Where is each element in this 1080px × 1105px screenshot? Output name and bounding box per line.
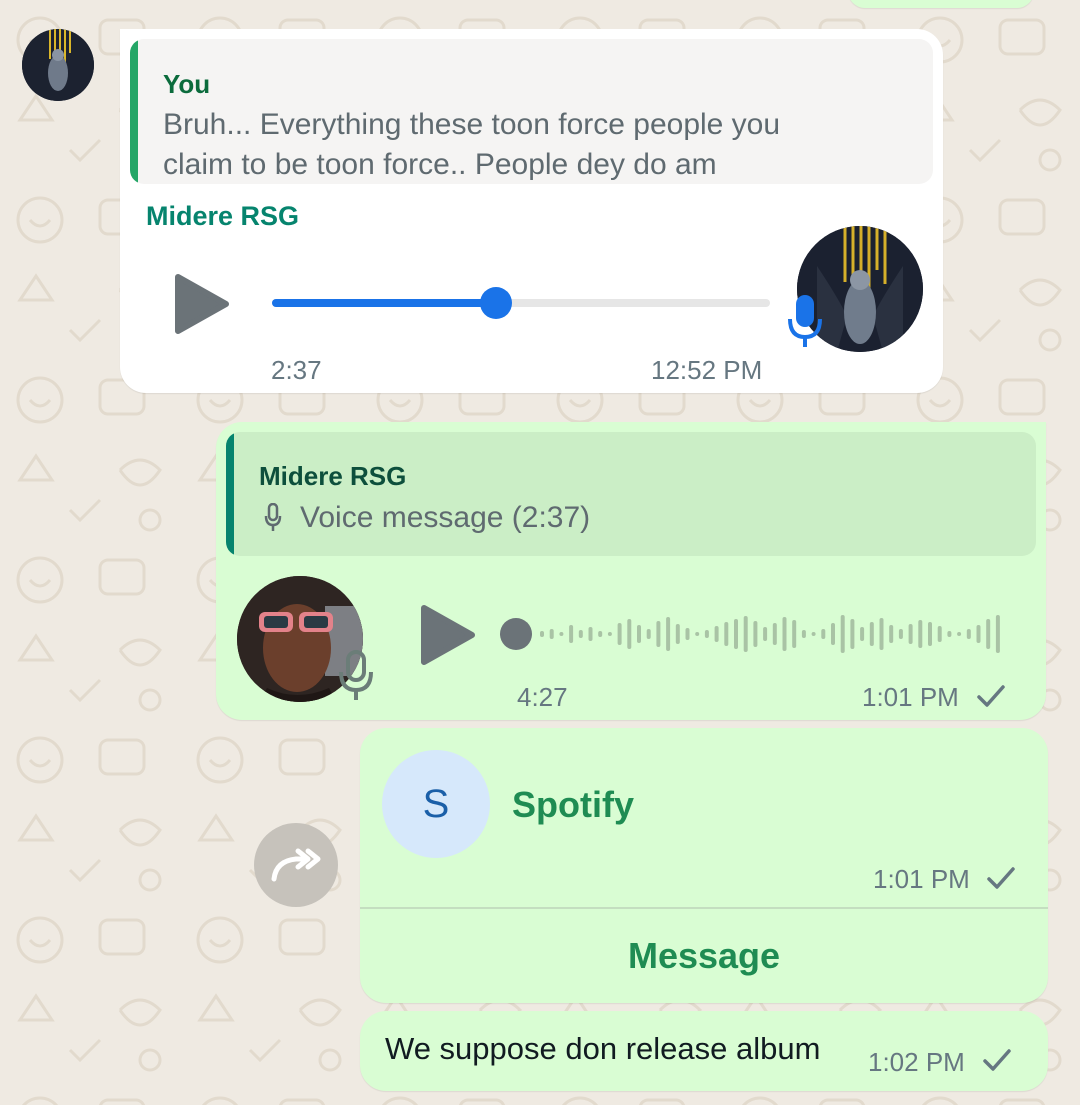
waveform-bar (928, 622, 932, 646)
waveform-bar (986, 619, 991, 649)
waveform-bar (734, 619, 738, 649)
text-message-bubble[interactable]: We suppose don release album 1:02 PM (360, 1011, 1048, 1091)
audio-progress-thumb[interactable] (480, 287, 512, 319)
incoming-voice-bubble: You Bruh... Everything these toon force … (120, 29, 943, 393)
waveform-bar (772, 623, 777, 645)
play-button[interactable] (174, 273, 230, 335)
waveform-bar (559, 632, 564, 636)
waveform-bar (656, 621, 661, 647)
waveform-bar (753, 621, 758, 647)
message-time: 1:02 PM (868, 1047, 965, 1077)
quote-text-line-1: Bruh... Everything these toon force peop… (163, 108, 781, 141)
waveform-bar (898, 629, 903, 639)
waveform-bar (540, 631, 544, 637)
contact-card-bubble[interactable]: S Spotify 1:01 PM Message (360, 728, 1048, 1003)
voice-duration: 4:27 (517, 682, 568, 712)
single-check-icon (987, 867, 1015, 889)
waveform-bar (831, 623, 835, 645)
quoted-message[interactable]: You Bruh... Everything these toon force … (130, 39, 933, 184)
waveform-bar (637, 625, 641, 643)
waveform-bar (617, 623, 622, 645)
waveform-bar (850, 619, 855, 649)
waveform-bar (685, 628, 690, 640)
quoted-voice-message[interactable]: Midere RSG Voice message (2:37) (226, 432, 1036, 556)
quote-text-line-2: claim to be toon force.. People dey do a… (163, 148, 717, 181)
message-time: 1:01 PM (873, 864, 970, 894)
play-icon (421, 605, 475, 665)
forward-arrow-icon (271, 848, 321, 882)
waveform-bar (704, 630, 709, 638)
message-time: 1:01 PM (862, 682, 959, 712)
waveform-bar (811, 632, 816, 636)
previous-message-bubble (848, 0, 1034, 8)
contact-name: Spotify (512, 784, 634, 825)
audio-progress-track[interactable] (272, 287, 770, 319)
waveform-bar (908, 624, 913, 644)
voice-duration: 2:37 (271, 355, 322, 385)
message-time: 12:52 PM (651, 355, 763, 385)
waveform-bar (966, 629, 971, 639)
waveform-bar (957, 632, 962, 636)
waveform-bar (801, 630, 806, 638)
waveform-bar (995, 615, 1000, 653)
single-check-icon (977, 685, 1005, 707)
waveform-bar (840, 615, 845, 653)
waveform-bar (666, 617, 671, 651)
waveform-bar (743, 616, 748, 652)
message-text: We suppose don release album (385, 1031, 821, 1066)
waveform-bar (627, 619, 632, 649)
quote-author: You (163, 69, 211, 99)
message-contact-label: Message (627, 935, 781, 976)
waveform-bar (782, 617, 787, 651)
waveform-bar (860, 627, 865, 641)
play-icon (175, 274, 229, 334)
single-check-icon (983, 1049, 1011, 1071)
waveform-bar (607, 632, 612, 636)
sender-avatar[interactable] (22, 29, 94, 101)
waveform-bar (976, 625, 981, 643)
quote-text: Voice message (2:37) (300, 501, 591, 534)
message-contact-button[interactable]: Message (360, 909, 1048, 1003)
small-mic-icon (264, 503, 282, 531)
contact-avatar: S (382, 750, 490, 858)
waveform-bar (879, 618, 884, 650)
quote-author: Midere RSG (259, 461, 407, 491)
microphone-icon (788, 295, 822, 347)
waveform-bar (714, 626, 719, 642)
sender-name[interactable]: Midere RSG (146, 201, 299, 232)
waveform-bar (947, 631, 952, 637)
waveform-bar (821, 629, 826, 639)
outgoing-voice-bubble: Midere RSG Voice message (2:37) 4:27 1:0… (216, 422, 1046, 720)
audio-progress-fill (272, 299, 496, 307)
waveform-bar (937, 626, 942, 642)
contact-initial: S (422, 781, 450, 826)
waveform-bar (646, 629, 651, 639)
forward-button[interactable] (254, 823, 338, 907)
waveform-bar (889, 625, 894, 643)
play-button[interactable] (420, 604, 476, 666)
waveform-bar (695, 632, 700, 636)
audio-waveform[interactable] (500, 606, 1010, 662)
waveform-bar (598, 631, 603, 637)
waveform-bar (569, 625, 574, 643)
microphone-icon (339, 650, 373, 700)
waveform-bar (918, 620, 923, 648)
waveform-bar (675, 624, 680, 644)
waveform-playhead[interactable] (500, 618, 532, 650)
waveform-bar (588, 627, 593, 641)
waveform-bar (578, 630, 583, 638)
waveform-bar (763, 627, 768, 641)
waveform-bar (724, 622, 729, 646)
waveform-bar (792, 620, 797, 648)
waveform-bar (869, 622, 874, 646)
waveform-bar (549, 629, 554, 639)
